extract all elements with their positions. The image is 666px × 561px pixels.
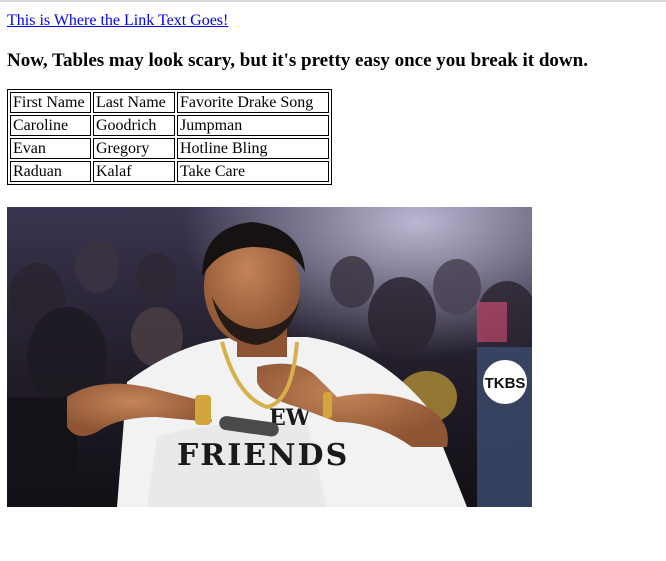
header-last-name: Last Name bbox=[93, 92, 175, 113]
cell-first-name: Evan bbox=[10, 138, 91, 159]
gold-bracelet bbox=[323, 392, 332, 418]
table-row: Raduan Kalaf Take Care bbox=[10, 161, 329, 182]
cell-first-name: Caroline bbox=[10, 115, 91, 136]
cell-last-name: Goodrich bbox=[93, 115, 175, 136]
gold-watch bbox=[195, 395, 211, 425]
table-row: Caroline Goodrich Jumpman bbox=[10, 115, 329, 136]
header-favorite-song: Favorite Drake Song bbox=[177, 92, 329, 113]
cell-favorite-song: Take Care bbox=[177, 161, 329, 182]
table-row: Evan Gregory Hotline Bling bbox=[10, 138, 329, 159]
cell-first-name: Raduan bbox=[10, 161, 91, 182]
page-heading: Now, Tables may look scary, but it's pre… bbox=[7, 50, 588, 71]
table-header-row: First Name Last Name Favorite Drake Song bbox=[10, 92, 329, 113]
svg-text:FRIENDS: FRIENDS bbox=[177, 438, 349, 473]
cell-last-name: Gregory bbox=[93, 138, 175, 159]
window-top-border bbox=[0, 0, 666, 2]
cell-favorite-song: Hotline Bling bbox=[177, 138, 329, 159]
drake-songs-table: First Name Last Name Favorite Drake Song… bbox=[7, 89, 332, 185]
cell-last-name: Kalaf bbox=[93, 161, 175, 182]
cell-favorite-song: Jumpman bbox=[177, 115, 329, 136]
drake-photo: TKBS EW FRIENDS bbox=[7, 207, 532, 507]
header-first-name: First Name bbox=[10, 92, 91, 113]
text-link[interactable]: This is Where the Link Text Goes! bbox=[7, 12, 228, 30]
svg-text:TKBS: TKBS bbox=[485, 375, 526, 392]
tkbs-badge: TKBS bbox=[483, 360, 527, 404]
